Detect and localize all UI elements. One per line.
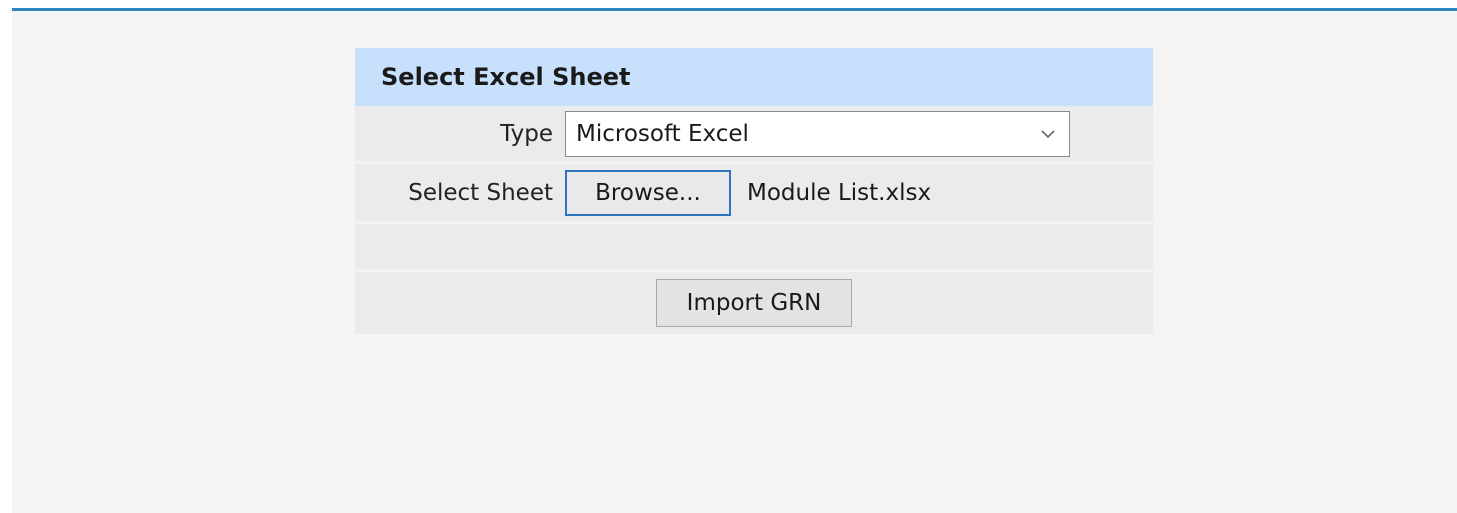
panel-title: Select Excel Sheet bbox=[355, 48, 1153, 106]
sheet-value-cell: Browse... Module List.xlsx bbox=[565, 169, 1153, 216]
content-area: Select Excel Sheet Type Microsoft Excel bbox=[12, 8, 1457, 513]
type-value-cell: Microsoft Excel bbox=[565, 110, 1153, 157]
spacer-row bbox=[355, 224, 1153, 272]
type-row: Type Microsoft Excel bbox=[355, 106, 1153, 164]
import-panel: Select Excel Sheet Type Microsoft Excel bbox=[355, 48, 1153, 334]
page: Select Excel Sheet Type Microsoft Excel bbox=[0, 0, 1457, 513]
chevron-down-icon bbox=[1039, 125, 1057, 143]
type-select[interactable]: Microsoft Excel bbox=[565, 110, 1070, 157]
type-label: Type bbox=[500, 120, 553, 147]
import-grn-button[interactable]: Import GRN bbox=[656, 279, 852, 327]
sheet-label: Select Sheet bbox=[408, 179, 553, 206]
action-row: Import GRN bbox=[355, 272, 1153, 334]
sheet-row: Select Sheet Browse... Module List.xlsx bbox=[355, 164, 1153, 224]
selected-file-name: Module List.xlsx bbox=[747, 179, 932, 206]
type-select-value: Microsoft Excel bbox=[576, 120, 749, 147]
browse-button[interactable]: Browse... bbox=[565, 169, 731, 216]
